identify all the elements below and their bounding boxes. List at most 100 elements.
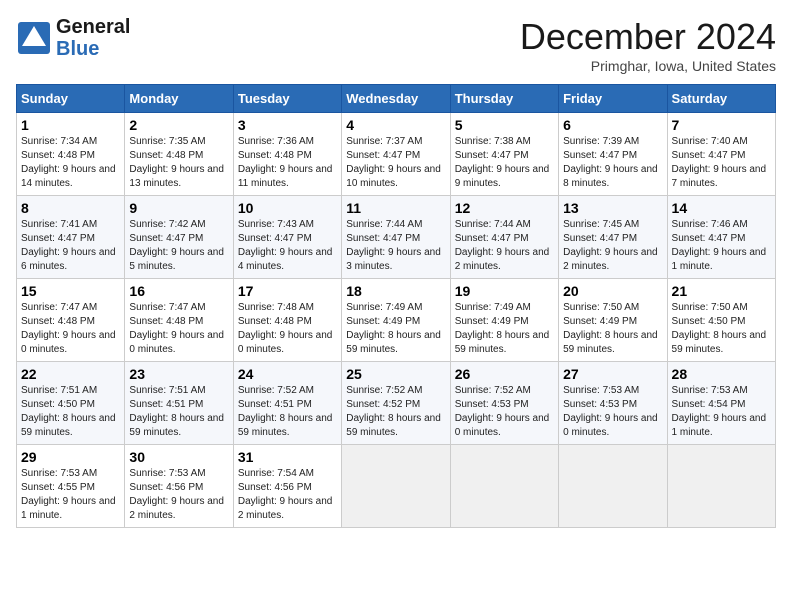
calendar-cell: 13 Sunrise: 7:45 AMSunset: 4:47 PMDaylig… xyxy=(559,196,667,279)
calendar-cell: 10 Sunrise: 7:43 AMSunset: 4:47 PMDaylig… xyxy=(233,196,341,279)
calendar-cell: 5 Sunrise: 7:38 AMSunset: 4:47 PMDayligh… xyxy=(450,113,558,196)
calendar-cell: 17 Sunrise: 7:48 AMSunset: 4:48 PMDaylig… xyxy=(233,279,341,362)
weekday-header-monday: Monday xyxy=(125,85,233,113)
day-info: Sunrise: 7:47 AMSunset: 4:48 PMDaylight:… xyxy=(129,302,224,355)
title-area: December 2024 Primghar, Iowa, United Sta… xyxy=(520,16,776,74)
calendar-cell: 25 Sunrise: 7:52 AMSunset: 4:52 PMDaylig… xyxy=(342,362,450,445)
day-number: 24 xyxy=(238,366,337,382)
weekday-header-row: SundayMondayTuesdayWednesdayThursdayFrid… xyxy=(17,85,776,113)
day-number: 1 xyxy=(21,117,120,133)
logo-icon xyxy=(16,20,52,56)
logo-blue: Blue xyxy=(56,38,99,60)
calendar-cell xyxy=(559,445,667,528)
day-info: Sunrise: 7:49 AMSunset: 4:49 PMDaylight:… xyxy=(455,302,550,355)
day-number: 30 xyxy=(129,449,228,465)
calendar-cell: 22 Sunrise: 7:51 AMSunset: 4:50 PMDaylig… xyxy=(17,362,125,445)
day-info: Sunrise: 7:53 AMSunset: 4:55 PMDaylight:… xyxy=(21,468,116,521)
calendar-week-row: 8 Sunrise: 7:41 AMSunset: 4:47 PMDayligh… xyxy=(17,196,776,279)
calendar-cell: 9 Sunrise: 7:42 AMSunset: 4:47 PMDayligh… xyxy=(125,196,233,279)
day-info: Sunrise: 7:44 AMSunset: 4:47 PMDaylight:… xyxy=(346,219,441,272)
day-number: 16 xyxy=(129,283,228,299)
day-info: Sunrise: 7:52 AMSunset: 4:53 PMDaylight:… xyxy=(455,385,550,438)
calendar-cell: 29 Sunrise: 7:53 AMSunset: 4:55 PMDaylig… xyxy=(17,445,125,528)
calendar-cell: 1 Sunrise: 7:34 AMSunset: 4:48 PMDayligh… xyxy=(17,113,125,196)
day-number: 3 xyxy=(238,117,337,133)
day-number: 29 xyxy=(21,449,120,465)
weekday-header-tuesday: Tuesday xyxy=(233,85,341,113)
calendar-cell: 12 Sunrise: 7:44 AMSunset: 4:47 PMDaylig… xyxy=(450,196,558,279)
calendar-week-row: 22 Sunrise: 7:51 AMSunset: 4:50 PMDaylig… xyxy=(17,362,776,445)
calendar-cell: 8 Sunrise: 7:41 AMSunset: 4:47 PMDayligh… xyxy=(17,196,125,279)
calendar-cell: 27 Sunrise: 7:53 AMSunset: 4:53 PMDaylig… xyxy=(559,362,667,445)
day-info: Sunrise: 7:46 AMSunset: 4:47 PMDaylight:… xyxy=(672,219,767,272)
calendar-cell: 23 Sunrise: 7:51 AMSunset: 4:51 PMDaylig… xyxy=(125,362,233,445)
day-number: 7 xyxy=(672,117,771,133)
day-number: 17 xyxy=(238,283,337,299)
calendar-cell: 30 Sunrise: 7:53 AMSunset: 4:56 PMDaylig… xyxy=(125,445,233,528)
calendar-cell: 31 Sunrise: 7:54 AMSunset: 4:56 PMDaylig… xyxy=(233,445,341,528)
day-number: 23 xyxy=(129,366,228,382)
calendar-cell: 26 Sunrise: 7:52 AMSunset: 4:53 PMDaylig… xyxy=(450,362,558,445)
day-number: 10 xyxy=(238,200,337,216)
day-number: 25 xyxy=(346,366,445,382)
page-header: General Blue December 2024 Primghar, Iow… xyxy=(16,16,776,74)
calendar-table: SundayMondayTuesdayWednesdayThursdayFrid… xyxy=(16,84,776,528)
day-info: Sunrise: 7:38 AMSunset: 4:47 PMDaylight:… xyxy=(455,136,550,189)
calendar-cell: 7 Sunrise: 7:40 AMSunset: 4:47 PMDayligh… xyxy=(667,113,775,196)
day-info: Sunrise: 7:36 AMSunset: 4:48 PMDaylight:… xyxy=(238,136,333,189)
day-number: 6 xyxy=(563,117,662,133)
logo-general: General xyxy=(56,16,130,38)
day-number: 19 xyxy=(455,283,554,299)
day-info: Sunrise: 7:42 AMSunset: 4:47 PMDaylight:… xyxy=(129,219,224,272)
day-number: 28 xyxy=(672,366,771,382)
day-info: Sunrise: 7:37 AMSunset: 4:47 PMDaylight:… xyxy=(346,136,441,189)
calendar-cell: 14 Sunrise: 7:46 AMSunset: 4:47 PMDaylig… xyxy=(667,196,775,279)
day-info: Sunrise: 7:41 AMSunset: 4:47 PMDaylight:… xyxy=(21,219,116,272)
calendar-week-row: 15 Sunrise: 7:47 AMSunset: 4:48 PMDaylig… xyxy=(17,279,776,362)
logo: General Blue xyxy=(16,16,130,60)
calendar-cell: 11 Sunrise: 7:44 AMSunset: 4:47 PMDaylig… xyxy=(342,196,450,279)
day-number: 13 xyxy=(563,200,662,216)
calendar-week-row: 29 Sunrise: 7:53 AMSunset: 4:55 PMDaylig… xyxy=(17,445,776,528)
day-info: Sunrise: 7:53 AMSunset: 4:54 PMDaylight:… xyxy=(672,385,767,438)
day-info: Sunrise: 7:54 AMSunset: 4:56 PMDaylight:… xyxy=(238,468,333,521)
calendar-cell: 19 Sunrise: 7:49 AMSunset: 4:49 PMDaylig… xyxy=(450,279,558,362)
day-info: Sunrise: 7:48 AMSunset: 4:48 PMDaylight:… xyxy=(238,302,333,355)
weekday-header-wednesday: Wednesday xyxy=(342,85,450,113)
calendar-cell xyxy=(667,445,775,528)
day-number: 15 xyxy=(21,283,120,299)
day-info: Sunrise: 7:40 AMSunset: 4:47 PMDaylight:… xyxy=(672,136,767,189)
calendar-cell: 3 Sunrise: 7:36 AMSunset: 4:48 PMDayligh… xyxy=(233,113,341,196)
day-info: Sunrise: 7:34 AMSunset: 4:48 PMDaylight:… xyxy=(21,136,116,189)
day-number: 8 xyxy=(21,200,120,216)
calendar-week-row: 1 Sunrise: 7:34 AMSunset: 4:48 PMDayligh… xyxy=(17,113,776,196)
day-info: Sunrise: 7:52 AMSunset: 4:51 PMDaylight:… xyxy=(238,385,333,438)
day-info: Sunrise: 7:50 AMSunset: 4:50 PMDaylight:… xyxy=(672,302,767,355)
month-title: December 2024 xyxy=(520,16,776,58)
day-number: 27 xyxy=(563,366,662,382)
day-info: Sunrise: 7:50 AMSunset: 4:49 PMDaylight:… xyxy=(563,302,658,355)
day-info: Sunrise: 7:53 AMSunset: 4:56 PMDaylight:… xyxy=(129,468,224,521)
day-number: 5 xyxy=(455,117,554,133)
calendar-cell: 21 Sunrise: 7:50 AMSunset: 4:50 PMDaylig… xyxy=(667,279,775,362)
day-number: 20 xyxy=(563,283,662,299)
day-number: 2 xyxy=(129,117,228,133)
day-info: Sunrise: 7:45 AMSunset: 4:47 PMDaylight:… xyxy=(563,219,658,272)
day-info: Sunrise: 7:35 AMSunset: 4:48 PMDaylight:… xyxy=(129,136,224,189)
day-info: Sunrise: 7:51 AMSunset: 4:51 PMDaylight:… xyxy=(129,385,224,438)
calendar-cell: 4 Sunrise: 7:37 AMSunset: 4:47 PMDayligh… xyxy=(342,113,450,196)
calendar-cell: 18 Sunrise: 7:49 AMSunset: 4:49 PMDaylig… xyxy=(342,279,450,362)
day-info: Sunrise: 7:39 AMSunset: 4:47 PMDaylight:… xyxy=(563,136,658,189)
calendar-cell: 6 Sunrise: 7:39 AMSunset: 4:47 PMDayligh… xyxy=(559,113,667,196)
calendar-cell: 2 Sunrise: 7:35 AMSunset: 4:48 PMDayligh… xyxy=(125,113,233,196)
day-info: Sunrise: 7:47 AMSunset: 4:48 PMDaylight:… xyxy=(21,302,116,355)
day-number: 14 xyxy=(672,200,771,216)
day-info: Sunrise: 7:51 AMSunset: 4:50 PMDaylight:… xyxy=(21,385,116,438)
day-number: 4 xyxy=(346,117,445,133)
location-title: Primghar, Iowa, United States xyxy=(520,58,776,74)
day-info: Sunrise: 7:49 AMSunset: 4:49 PMDaylight:… xyxy=(346,302,441,355)
calendar-cell xyxy=(342,445,450,528)
calendar-cell: 15 Sunrise: 7:47 AMSunset: 4:48 PMDaylig… xyxy=(17,279,125,362)
calendar-cell: 20 Sunrise: 7:50 AMSunset: 4:49 PMDaylig… xyxy=(559,279,667,362)
calendar-cell: 24 Sunrise: 7:52 AMSunset: 4:51 PMDaylig… xyxy=(233,362,341,445)
